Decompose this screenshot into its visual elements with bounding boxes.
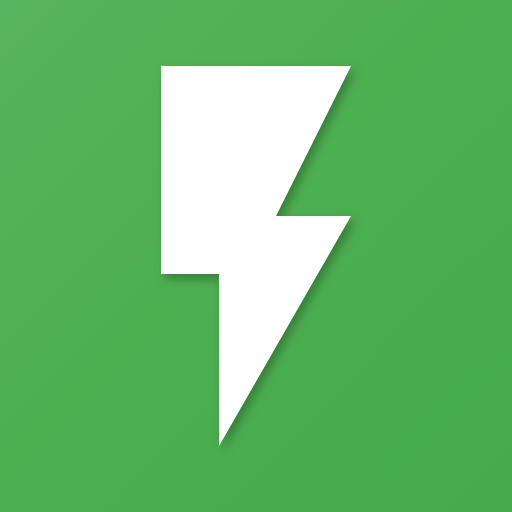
app-icon-background (0, 0, 512, 512)
lightning-bolt-shape (161, 66, 351, 446)
lightning-bolt-icon (161, 66, 351, 446)
